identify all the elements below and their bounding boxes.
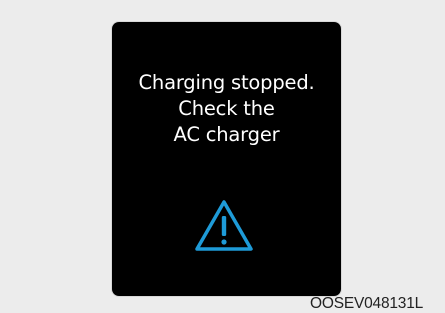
message-line-1: Charging stopped. [138,71,315,94]
warning-triangle-icon [195,200,253,251]
cluster-display: Charging stopped. Check the AC charger [112,22,341,296]
message-line-2: Check the [178,97,275,120]
charging-message: Charging stopped. Check the AC charger [112,70,341,148]
figure-code: OOSEV048131L [310,295,424,312]
message-line-3: AC charger [173,123,280,146]
